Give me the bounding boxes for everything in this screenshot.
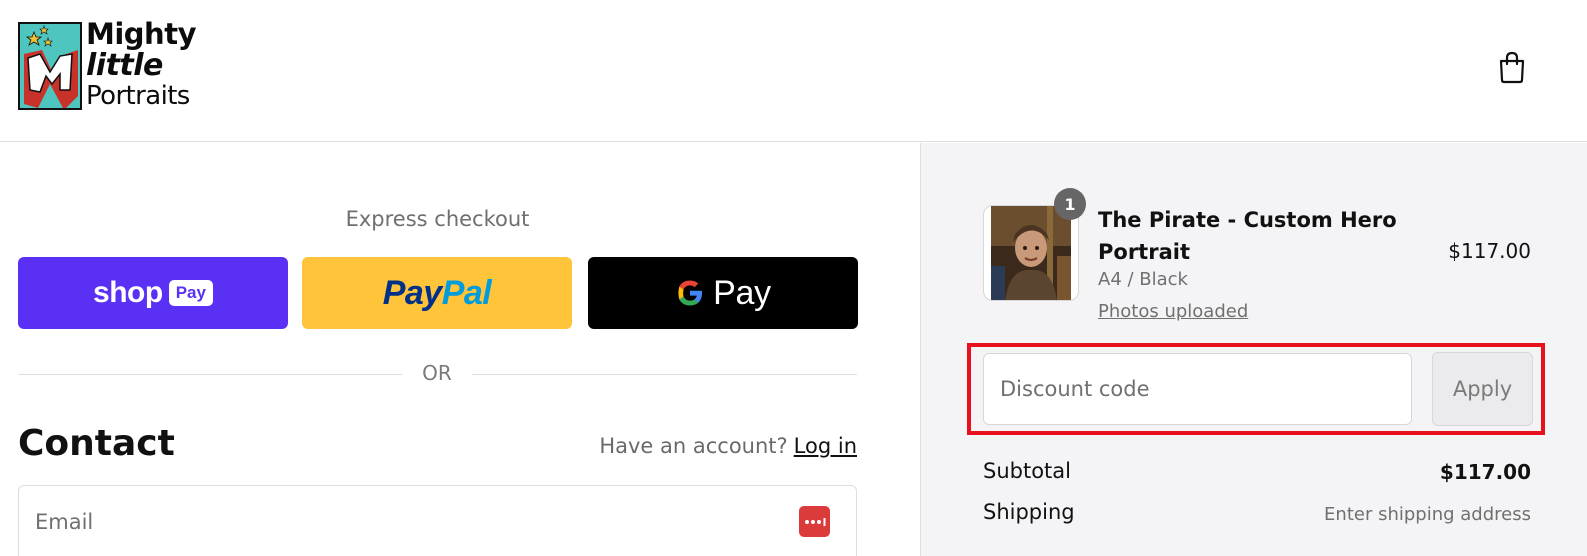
checkout-main: Express checkout shop Pay PayPal Pay OR … bbox=[0, 143, 920, 556]
paypal-logo-part2: Pal bbox=[441, 273, 492, 312]
logo-word-little: little bbox=[86, 48, 163, 83]
shipping-value: Enter shipping address bbox=[1324, 504, 1531, 525]
product-thumbnail bbox=[983, 205, 1079, 301]
product-image bbox=[991, 206, 1071, 300]
shop-pay-button[interactable]: shop Pay bbox=[18, 257, 288, 329]
or-text: OR bbox=[422, 361, 452, 385]
divider-line-left bbox=[18, 374, 402, 375]
paypal-logo-part1: Pay bbox=[382, 273, 443, 312]
or-divider: OR bbox=[18, 361, 857, 387]
google-pay-label: Pay bbox=[713, 273, 771, 312]
divider-line-right bbox=[472, 374, 857, 375]
cart-button[interactable] bbox=[1494, 48, 1530, 86]
login-link[interactable]: Log in bbox=[794, 434, 857, 458]
product-name: The Pirate - Custom Hero Portrait bbox=[1098, 208, 1397, 264]
google-g-icon bbox=[678, 280, 703, 306]
shop-pay-word: shop bbox=[93, 276, 163, 309]
email-input[interactable] bbox=[19, 486, 856, 556]
google-pay-button[interactable]: Pay bbox=[588, 257, 858, 329]
subtotal-label: Subtotal bbox=[983, 459, 1071, 483]
logo-word-mighty: Mighty bbox=[86, 17, 196, 51]
subtotal-value: $117.00 bbox=[1439, 460, 1531, 484]
express-checkout-title: Express checkout bbox=[345, 207, 530, 231]
apply-discount-button[interactable]: Apply bbox=[1432, 352, 1533, 426]
product-price: $117.00 bbox=[1448, 239, 1531, 263]
email-field[interactable] bbox=[18, 485, 857, 556]
site-header: Mighty little Portraits bbox=[0, 0, 1587, 142]
paypal-button[interactable]: PayPal bbox=[302, 257, 572, 329]
shipping-label: Shipping bbox=[983, 500, 1075, 524]
account-prompt: Have an account? Log in bbox=[599, 434, 857, 458]
paypal-logo: PayPal bbox=[383, 274, 492, 313]
product-variant: A4 / Black bbox=[1098, 269, 1188, 290]
logo-badge bbox=[18, 22, 82, 110]
photos-uploaded-link[interactable]: Photos uploaded bbox=[1098, 301, 1248, 322]
quantity-badge: 1 bbox=[1054, 188, 1086, 220]
discount-code-field[interactable] bbox=[983, 353, 1412, 425]
order-summary: 1 The Pirate - Custom Hero Portrait A4 /… bbox=[920, 143, 1587, 556]
contact-heading: Contact bbox=[18, 423, 175, 464]
account-prompt-text: Have an account? bbox=[599, 434, 788, 458]
shopping-bag-icon bbox=[1499, 51, 1525, 84]
password-manager-icon[interactable] bbox=[799, 506, 830, 537]
brand-logo[interactable]: Mighty little Portraits bbox=[18, 20, 204, 112]
shop-pay-pill: Pay bbox=[168, 280, 213, 306]
logo-word-portraits: Portraits bbox=[86, 81, 190, 111]
discount-code-input[interactable] bbox=[984, 354, 1411, 424]
